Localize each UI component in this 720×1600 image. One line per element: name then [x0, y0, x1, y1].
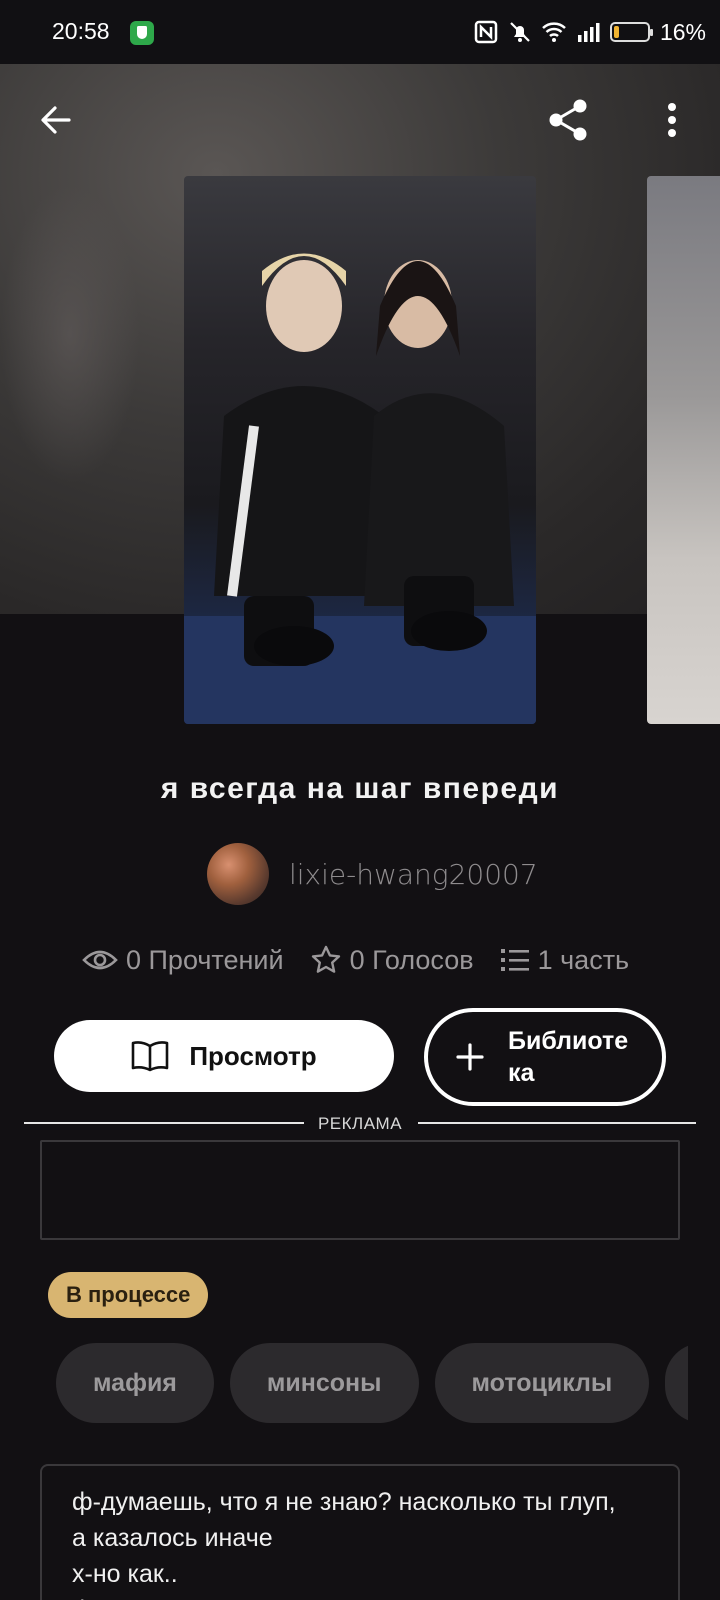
story-title: я всегда на шаг впереди	[160, 772, 560, 805]
votes-count: 0 Голосов	[349, 944, 474, 975]
reads-count: 0 Прочтений	[126, 944, 284, 975]
status-icons: 16%	[474, 18, 706, 46]
shield-icon	[130, 21, 154, 45]
share-button[interactable]	[540, 92, 596, 148]
ad-label: РЕКЛАМА	[317, 1114, 403, 1133]
tag-chip[interactable]: мафия	[56, 1343, 214, 1423]
parts-stat[interactable]: 1 часть	[500, 945, 630, 976]
ad-slot[interactable]	[40, 1140, 680, 1240]
status-time: 20:58	[52, 18, 110, 44]
read-button-label: Просмотр	[189, 1040, 317, 1071]
battery-percent: 16%	[659, 18, 706, 45]
signal-icon	[577, 23, 600, 42]
bell-muted-icon	[510, 22, 530, 42]
battery-icon	[609, 22, 653, 42]
share-icon	[549, 99, 587, 141]
library-button-label: Библиотека	[508, 1027, 629, 1087]
story-stats: 0 Прочтений 0 Голосов 1 часть	[82, 938, 655, 982]
author-name[interactable]: lixie-hwang20007	[289, 858, 538, 891]
nfc-icon	[474, 20, 498, 44]
ad-divider: РЕКЛАМА	[24, 1112, 696, 1134]
reads-stat: 0 Прочтений	[82, 945, 284, 976]
read-button[interactable]: Просмотр	[54, 1020, 394, 1092]
description-line: а казалось иначе	[72, 1524, 273, 1552]
author-avatar[interactable]	[207, 843, 269, 905]
more-options-button[interactable]	[644, 92, 700, 148]
add-to-library-button[interactable]: Библиотека	[424, 1008, 666, 1106]
tag-chip-overflow[interactable]	[665, 1343, 688, 1423]
plus-icon	[456, 1043, 484, 1071]
battery-level	[613, 26, 619, 38]
back-button[interactable]	[28, 92, 84, 148]
tag-chip[interactable]: минсоны	[229, 1343, 419, 1423]
wifi-icon	[542, 22, 566, 42]
cover-photo	[184, 253, 536, 724]
votes-stat: 0 Голосов	[310, 944, 474, 976]
star-icon	[311, 945, 340, 973]
arrow-left-icon	[41, 106, 71, 134]
story-description[interactable]: ф-думаешь, что я не знаю? насколько ты г…	[40, 1464, 680, 1600]
description-line: ф-думаешь, что я не знаю? насколько ты г…	[72, 1488, 616, 1516]
status-badge: В процессе	[48, 1272, 209, 1318]
status-bar: 20:58 16%	[0, 0, 720, 64]
more-vertical-icon	[668, 103, 676, 137]
tag-chip[interactable]: мотоциклы	[434, 1343, 650, 1423]
eye-icon	[82, 950, 118, 970]
list-icon	[500, 949, 529, 971]
author-link[interactable]: lixie-hwang20007	[207, 843, 538, 905]
story-cover-image[interactable]	[184, 176, 536, 724]
next-cover-image[interactable]	[647, 176, 720, 724]
tag-list: мафия минсоны мотоциклы	[56, 1343, 688, 1423]
parts-count[interactable]: 1 часть	[538, 945, 630, 976]
description-line: х-но как..	[72, 1560, 178, 1588]
description-line: ф-	[72, 1592, 648, 1600]
book-open-icon	[132, 1041, 169, 1072]
